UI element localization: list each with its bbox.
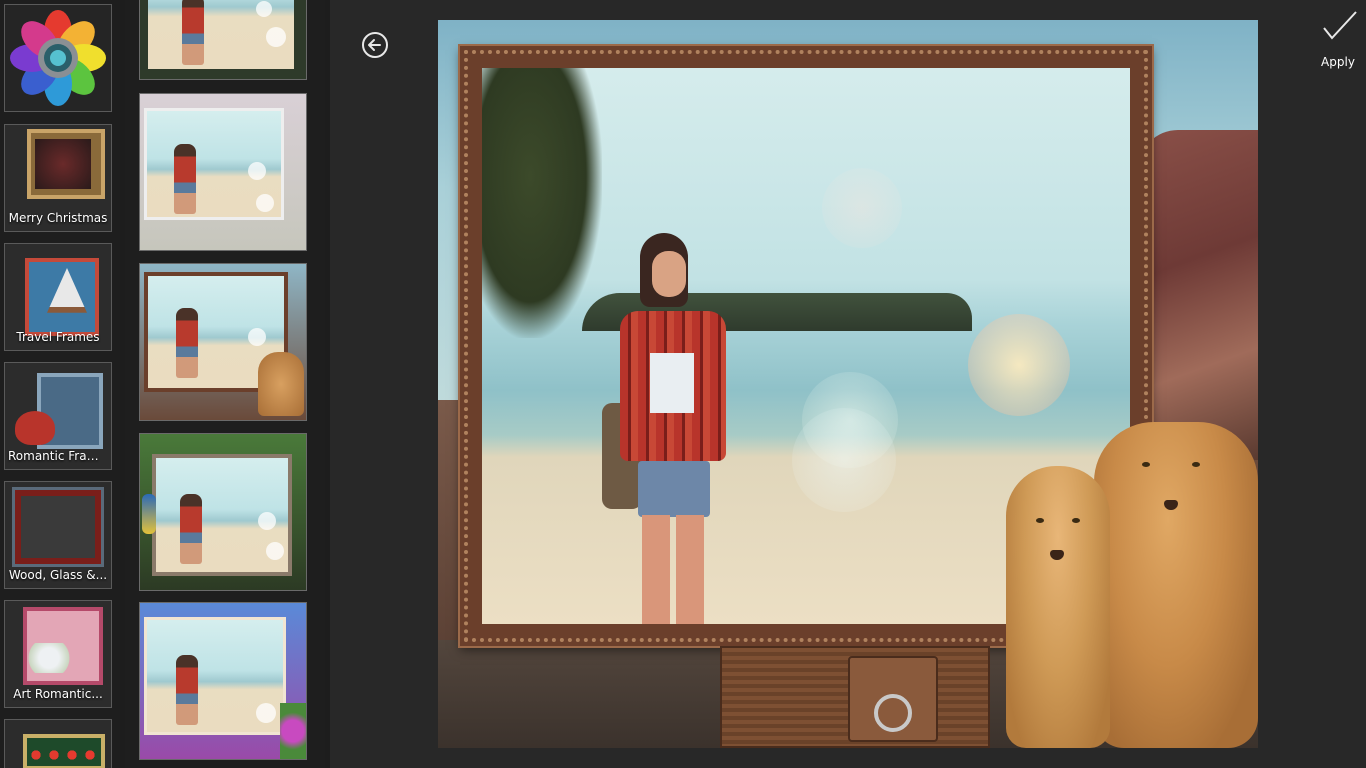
bokeh-light: [968, 314, 1070, 416]
frame-thumbnail-5[interactable]: [139, 602, 307, 760]
palm-trees: [482, 68, 602, 338]
apply-label: Apply: [1321, 55, 1355, 69]
drawer-ring-handle: [874, 694, 912, 732]
back-arrow-icon: [368, 39, 381, 51]
category-label: Merry Christmas: [8, 211, 108, 225]
frame-thumbnail-3-selected[interactable]: [139, 263, 307, 421]
lioness: [1094, 422, 1258, 748]
category-romantic-frames[interactable]: Romantic Frames: [4, 362, 112, 470]
bokeh-light: [792, 408, 896, 512]
category-label: Romantic Frames: [8, 449, 111, 463]
frame-thumbnail-4[interactable]: [139, 433, 307, 591]
frame-thumbnail-1[interactable]: [139, 0, 307, 80]
bokeh-light: [822, 168, 902, 248]
lights-icon: [27, 748, 101, 762]
frame-thumbnail-list: [125, 0, 325, 768]
woman-figure: [602, 233, 742, 624]
apply-button[interactable]: Apply: [1310, 8, 1366, 74]
background-rocks: [1138, 130, 1258, 460]
frame-thumbnail-2[interactable]: [139, 93, 307, 251]
category-wood-glass[interactable]: Wood, Glass &...: [4, 481, 112, 589]
back-button[interactable]: [362, 32, 388, 58]
category-list: Merry Christmas Travel Frames Romantic F…: [0, 0, 120, 768]
category-merry-christmas[interactable]: Merry Christmas: [4, 124, 112, 232]
category-thumbnail-inner: [35, 139, 91, 189]
lion-icon: [258, 352, 304, 416]
checkmark-icon: [1323, 11, 1357, 40]
wooden-drawer: [720, 646, 990, 748]
category-label: Art Romantic...: [13, 687, 103, 701]
category-art-romantic[interactable]: Art Romantic...: [4, 600, 112, 708]
flowers-icon: [19, 643, 79, 673]
lion-cub: [1006, 466, 1110, 748]
lions-decoration: [998, 420, 1258, 748]
frame-preview: [438, 20, 1258, 748]
category-travel-frames[interactable]: Travel Frames: [4, 243, 112, 351]
category-thumbnail: [12, 487, 104, 567]
flowers-icon: [280, 703, 306, 759]
category-holiday-lights[interactable]: [4, 719, 112, 768]
category-label: Travel Frames: [16, 330, 100, 344]
category-label: Wood, Glass &...: [8, 568, 108, 582]
parrot-icon: [142, 494, 156, 534]
heart-icon: [15, 411, 55, 445]
app-logo-icon: [5, 5, 111, 111]
category-app-logo[interactable]: [4, 4, 112, 112]
